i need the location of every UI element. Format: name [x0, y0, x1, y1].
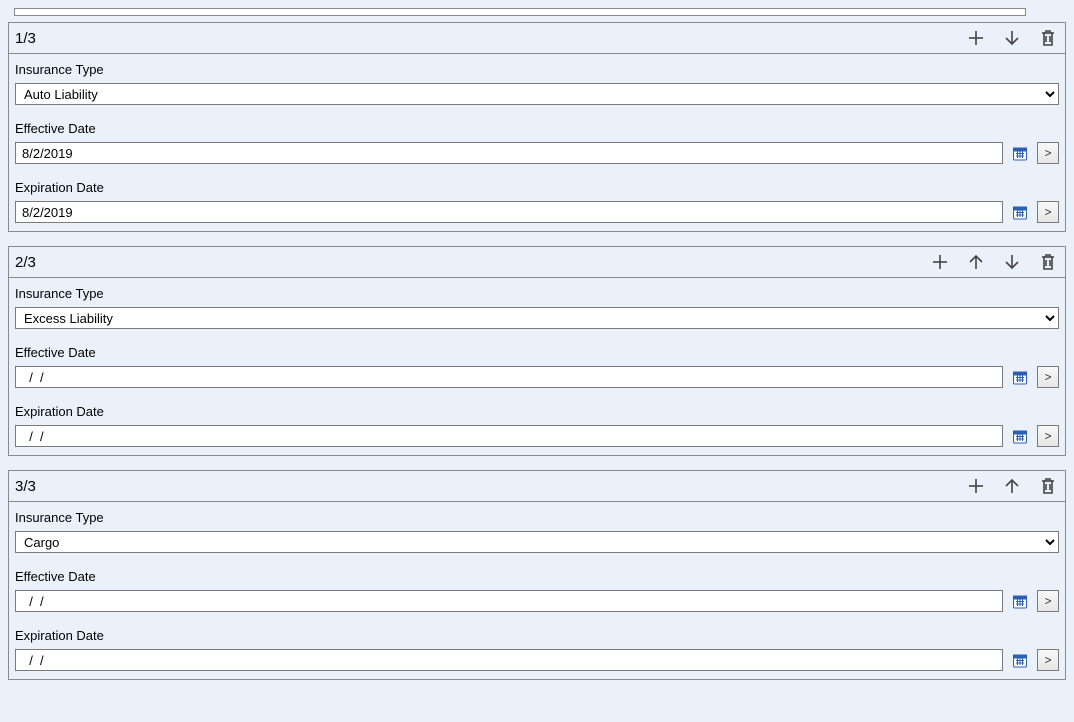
calendar-icon[interactable] — [1011, 651, 1029, 669]
effective-date-label: Effective Date — [15, 121, 1059, 136]
expiration-date-label: Expiration Date — [15, 628, 1059, 643]
delete-record-button[interactable] — [1039, 253, 1057, 271]
record-actions — [931, 253, 1057, 271]
date-next-button[interactable]: > — [1037, 142, 1059, 164]
insurance-type-label: Insurance Type — [15, 510, 1059, 525]
record-counter: 2/3 — [15, 254, 36, 271]
calendar-icon[interactable] — [1011, 203, 1029, 221]
effective-date-input[interactable] — [15, 366, 1003, 388]
insurance-record: 3/3 Insurance Type Auto LiabilityExcess Li… — [8, 470, 1066, 680]
record-header: 3/3 — [9, 471, 1065, 502]
record-actions — [967, 29, 1057, 47]
move-down-button[interactable] — [1003, 253, 1021, 271]
record-header: 1/3 — [9, 23, 1065, 54]
insurance-type-select[interactable]: Auto LiabilityExcess LiabilityCargo — [15, 531, 1059, 553]
add-record-button[interactable] — [931, 253, 949, 271]
insurance-type-label: Insurance Type — [15, 62, 1059, 77]
date-next-button[interactable]: > — [1037, 590, 1059, 612]
date-next-button[interactable]: > — [1037, 649, 1059, 671]
insurance-record: 1/3 Insurance Type Auto LiabilityExcess Li… — [8, 22, 1066, 232]
date-next-button[interactable]: > — [1037, 201, 1059, 223]
calendar-icon[interactable] — [1011, 427, 1029, 445]
record-header: 2/3 — [9, 247, 1065, 278]
insurance-record: 2/3 Insurance Type Auto LiabilityExcess Li… — [8, 246, 1066, 456]
insurance-type-select[interactable]: Auto LiabilityExcess LiabilityCargo — [15, 307, 1059, 329]
calendar-icon[interactable] — [1011, 368, 1029, 386]
expiration-date-input[interactable] — [15, 425, 1003, 447]
effective-date-input[interactable] — [15, 142, 1003, 164]
date-next-button[interactable]: > — [1037, 366, 1059, 388]
record-counter: 1/3 — [15, 30, 36, 47]
delete-record-button[interactable] — [1039, 477, 1057, 495]
expiration-date-label: Expiration Date — [15, 180, 1059, 195]
record-counter: 3/3 — [15, 478, 36, 495]
add-record-button[interactable] — [967, 477, 985, 495]
effective-date-label: Effective Date — [15, 345, 1059, 360]
insurance-type-label: Insurance Type — [15, 286, 1059, 301]
calendar-icon[interactable] — [1011, 592, 1029, 610]
expiration-date-label: Expiration Date — [15, 404, 1059, 419]
insurance-type-select[interactable]: Auto LiabilityExcess LiabilityCargo — [15, 83, 1059, 105]
truncated-top-bar — [14, 8, 1026, 16]
expiration-date-input[interactable] — [15, 201, 1003, 223]
record-actions — [967, 477, 1057, 495]
effective-date-label: Effective Date — [15, 569, 1059, 584]
move-up-button[interactable] — [967, 253, 985, 271]
date-next-button[interactable]: > — [1037, 425, 1059, 447]
expiration-date-input[interactable] — [15, 649, 1003, 671]
move-up-button[interactable] — [1003, 477, 1021, 495]
effective-date-input[interactable] — [15, 590, 1003, 612]
delete-record-button[interactable] — [1039, 29, 1057, 47]
move-down-button[interactable] — [1003, 29, 1021, 47]
add-record-button[interactable] — [967, 29, 985, 47]
calendar-icon[interactable] — [1011, 144, 1029, 162]
